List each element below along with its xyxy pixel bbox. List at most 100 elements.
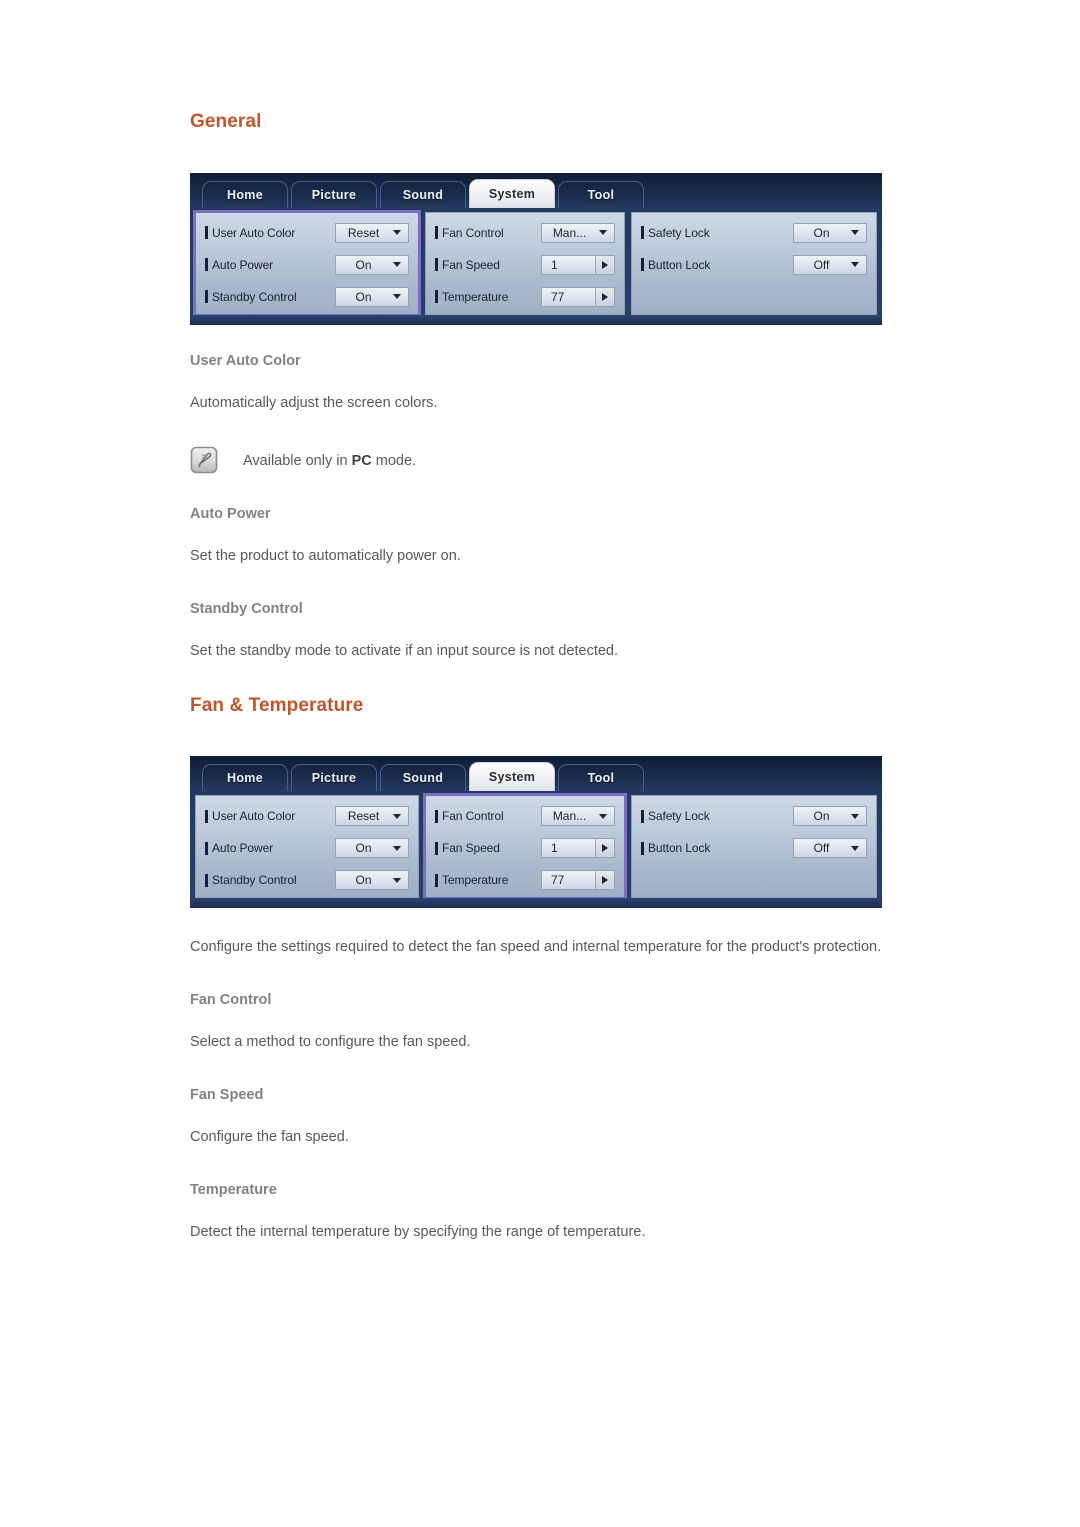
osd-dropdown-control[interactable]: Man...: [541, 806, 615, 827]
osd-dropdown-control[interactable]: Off: [793, 254, 867, 275]
osd-tab-picture[interactable]: Picture: [291, 764, 377, 792]
osd-tab-sound[interactable]: Sound: [380, 180, 466, 208]
osd-value-text: On: [813, 225, 830, 240]
osd-row-label: Auto Power: [212, 257, 274, 272]
osd-row-button-lock[interactable]: Button Lock Off: [641, 834, 867, 862]
osd-row-label: Safety Lock: [648, 809, 710, 824]
chevron-down-icon: [393, 262, 401, 268]
osd-dropdown-control[interactable]: Off: [793, 838, 867, 859]
osd-tab-home[interactable]: Home: [202, 764, 288, 792]
osd-row-fan-speed[interactable]: Fan Speed 1: [435, 834, 615, 862]
setting-subheading: Fan Speed: [190, 1086, 264, 1103]
osd-row-marker-icon: [641, 809, 644, 823]
section-heading: Fan & Temperature: [190, 694, 364, 716]
osd-tab-system[interactable]: System: [469, 762, 555, 792]
osd-row-button-lock[interactable]: Button Lock Off: [641, 251, 867, 279]
osd-row-marker-icon: [435, 873, 438, 887]
osd-increment-button[interactable]: [595, 839, 614, 858]
osd-column-2: Fan Control Man... Fan Speed 1 Temperature 77: [425, 211, 625, 315]
osd-value-text: Off: [813, 257, 830, 272]
chevron-right-icon: [602, 260, 608, 269]
osd-dropdown-control[interactable]: On: [335, 254, 409, 275]
osd-row-temperature[interactable]: Temperature 77: [435, 866, 615, 894]
osd-tab-tool[interactable]: Tool: [558, 180, 644, 208]
osd-tab-home[interactable]: Home: [202, 180, 288, 208]
chevron-down-icon: [851, 845, 859, 851]
osd-row-label: Button Lock: [648, 257, 711, 272]
chevron-down-icon: [393, 294, 401, 300]
osd-dropdown-control[interactable]: On: [793, 806, 867, 827]
osd-settings-panel: User Auto Color Reset Auto Power On Standby …: [190, 791, 882, 901]
osd-row-fan-control[interactable]: Fan Control Man...: [435, 802, 615, 830]
osd-row-label: Fan Control: [442, 809, 504, 824]
chevron-down-icon: [599, 230, 607, 236]
osd-increment-button[interactable]: [595, 871, 614, 890]
chevron-right-icon: [602, 876, 608, 885]
osd-column-1: User Auto Color Reset Auto Power On Standby …: [193, 209, 421, 317]
osd-row-fan-control[interactable]: Fan Control Man...: [435, 219, 615, 247]
osd-row-marker-icon: [641, 226, 644, 240]
osd-value-text: 1: [551, 257, 558, 272]
osd-row-label: Temperature: [442, 289, 509, 304]
note-text: Available only in PC mode.: [243, 448, 416, 473]
osd-increment-button[interactable]: [595, 255, 614, 274]
osd-stepper-control[interactable]: 1: [541, 254, 615, 275]
osd-row-standby-control[interactable]: Standby Control On: [205, 283, 409, 311]
osd-row-auto-power[interactable]: Auto Power On: [205, 834, 409, 862]
setting-description: Automatically adjust the screen colors.: [190, 395, 438, 412]
osd-stepper-control[interactable]: 77: [541, 286, 615, 307]
osd-dropdown-control[interactable]: On: [335, 838, 409, 859]
osd-tab-bar: Home Picture Sound System Tool: [190, 756, 882, 792]
setting-description: Select a method to configure the fan spe…: [190, 1034, 471, 1051]
osd-row-safety-lock[interactable]: Safety Lock On: [641, 802, 867, 830]
osd-row-label: Auto Power: [212, 841, 274, 856]
osd-row-user-auto-color[interactable]: User Auto Color Reset: [205, 219, 409, 247]
osd-row-marker-icon: [435, 809, 438, 823]
chevron-down-icon: [393, 230, 401, 236]
chevron-down-icon: [393, 877, 401, 883]
osd-value-text: 77: [551, 873, 565, 888]
osd-dropdown-control[interactable]: Man...: [541, 222, 615, 243]
osd-tab-sound[interactable]: Sound: [380, 764, 466, 792]
note-emphasis: PC: [351, 452, 372, 469]
osd-row-marker-icon: [205, 809, 208, 823]
setting-subheading: Standby Control: [190, 600, 303, 617]
chevron-down-icon: [599, 813, 607, 819]
setting-description: Configure the settings required to detec…: [190, 939, 882, 956]
osd-row-auto-power[interactable]: Auto Power On: [205, 251, 409, 279]
osd-tab-tool[interactable]: Tool: [558, 764, 644, 792]
osd-row-marker-icon: [641, 841, 644, 855]
osd-increment-button[interactable]: [595, 287, 614, 306]
osd-value-text: Reset: [347, 225, 380, 240]
setting-subheading: User Auto Color: [190, 352, 301, 369]
osd-row-label: User Auto Color: [212, 809, 296, 824]
osd-tab-picture[interactable]: Picture: [291, 180, 377, 208]
note-suffix: mode.: [371, 452, 417, 469]
osd-row-safety-lock[interactable]: Safety Lock On: [641, 219, 867, 247]
osd-value-text: Man...: [552, 809, 587, 824]
osd-dropdown-control[interactable]: Reset: [335, 806, 409, 827]
osd-row-user-auto-color[interactable]: User Auto Color Reset: [205, 802, 409, 830]
osd-row-fan-speed[interactable]: Fan Speed 1: [435, 251, 615, 279]
osd-stepper-control[interactable]: 77: [541, 870, 615, 891]
setting-description: Set the standby mode to activate if an i…: [190, 643, 619, 660]
osd-row-marker-icon: [435, 226, 438, 240]
osd-row-standby-control[interactable]: Standby Control On: [205, 866, 409, 894]
osd-tab-system[interactable]: System: [469, 178, 555, 208]
osd-column-2: Fan Control Man... Fan Speed 1 Temperature 77: [423, 793, 627, 901]
osd-dropdown-control[interactable]: On: [793, 222, 867, 243]
chevron-down-icon: [393, 845, 401, 851]
osd-row-temperature[interactable]: Temperature 77: [435, 283, 615, 311]
osd-column-3: Safety Lock On Button Lock Off: [631, 795, 877, 899]
osd-row-label: Fan Speed: [442, 841, 500, 856]
osd-dropdown-control[interactable]: On: [335, 870, 409, 891]
osd-row-marker-icon: [435, 258, 438, 272]
chevron-down-icon: [851, 262, 859, 268]
osd-tab-bar: Home Picture Sound System Tool: [190, 172, 882, 208]
osd-dropdown-control[interactable]: On: [335, 286, 409, 307]
osd-value-text: Reset: [347, 809, 380, 824]
osd-stepper-control[interactable]: 1: [541, 838, 615, 859]
manual-page: General Home Picture Sound System Tool User Au…: [0, 0, 1080, 1527]
osd-row-marker-icon: [205, 841, 208, 855]
osd-dropdown-control[interactable]: Reset: [335, 222, 409, 243]
